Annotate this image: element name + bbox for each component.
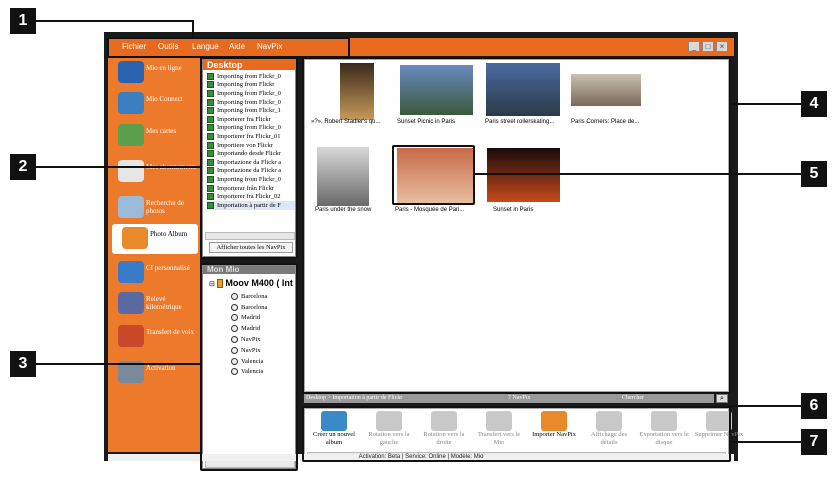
leader-4 bbox=[730, 103, 801, 105]
callout-6: 6 bbox=[801, 393, 827, 419]
nav-item-label: Photo Album bbox=[150, 230, 188, 238]
nav-item-label: CI personnalisé bbox=[146, 264, 190, 272]
nav-item-label: Mio Connect bbox=[146, 95, 183, 103]
highlight-toolbar bbox=[302, 406, 731, 462]
leader-5 bbox=[474, 173, 801, 175]
callout-1: 1 bbox=[10, 8, 36, 34]
leader-3 bbox=[36, 363, 202, 365]
callout-5: 5 bbox=[801, 161, 827, 187]
highlight-thumbs bbox=[302, 57, 731, 394]
leader-6 bbox=[728, 405, 801, 407]
nav-item[interactable]: Mes cartes bbox=[108, 121, 200, 151]
maximize-button[interactable]: □ bbox=[702, 41, 714, 52]
callout-7: 7 bbox=[801, 429, 827, 455]
leader-1a bbox=[36, 20, 194, 22]
nav-item-label: Mes cartes bbox=[146, 127, 177, 135]
globe-icon bbox=[118, 61, 144, 83]
highlight-folder bbox=[200, 57, 298, 259]
envelope-icon bbox=[118, 160, 144, 182]
leader-1b bbox=[192, 20, 194, 38]
path-bar: Desktop > Importation à partir de Flickr… bbox=[304, 394, 714, 403]
highlight-selected-thumb bbox=[392, 145, 475, 205]
photo-search-icon bbox=[118, 196, 144, 218]
nav-item[interactable]: Photo Album bbox=[112, 224, 198, 254]
nav-item[interactable]: Mio en ligne bbox=[108, 58, 200, 88]
leader-7 bbox=[730, 441, 801, 443]
nav-item[interactable]: Relevé kilométrique bbox=[108, 289, 200, 319]
highlight-menu bbox=[107, 37, 350, 58]
photo-album-icon bbox=[122, 227, 148, 249]
nav-item-label: Activation bbox=[146, 364, 176, 372]
nav-item[interactable]: Mes abonnements bbox=[108, 157, 200, 187]
nav-item[interactable]: Mio Connect bbox=[108, 89, 200, 119]
magnifier-globe-icon bbox=[118, 92, 144, 114]
custom-poi-icon bbox=[118, 261, 144, 283]
nav-item-label: Recherche de photos bbox=[146, 199, 184, 215]
callout-4: 4 bbox=[801, 91, 827, 117]
map-icon bbox=[118, 124, 144, 146]
search-label[interactable]: Chercher bbox=[622, 394, 644, 403]
odometer-icon bbox=[118, 292, 144, 314]
close-button[interactable]: × bbox=[716, 41, 728, 52]
path-text: Desktop > Importation à partir de Flickr bbox=[306, 395, 403, 401]
minimize-button[interactable]: _ bbox=[688, 41, 700, 52]
search-icon[interactable]: ⌕ bbox=[716, 394, 728, 403]
nav-item[interactable]: Transfert de voix bbox=[108, 322, 200, 352]
callout-3: 3 bbox=[10, 351, 36, 377]
nav-item-label: Mio en ligne bbox=[146, 64, 182, 72]
voice-transfer-icon bbox=[118, 325, 144, 347]
nav-item[interactable]: CI personnalisé bbox=[108, 258, 200, 288]
highlight-device bbox=[200, 263, 298, 471]
nav-item-label: Transfert de voix bbox=[146, 328, 194, 336]
leader-2 bbox=[36, 166, 202, 168]
callout-2: 2 bbox=[10, 154, 36, 180]
nav-item-label: Relevé kilométrique bbox=[146, 295, 182, 311]
nav-item[interactable]: Recherche de photos bbox=[108, 193, 200, 223]
navpix-count: 7 NavPix bbox=[508, 395, 531, 401]
